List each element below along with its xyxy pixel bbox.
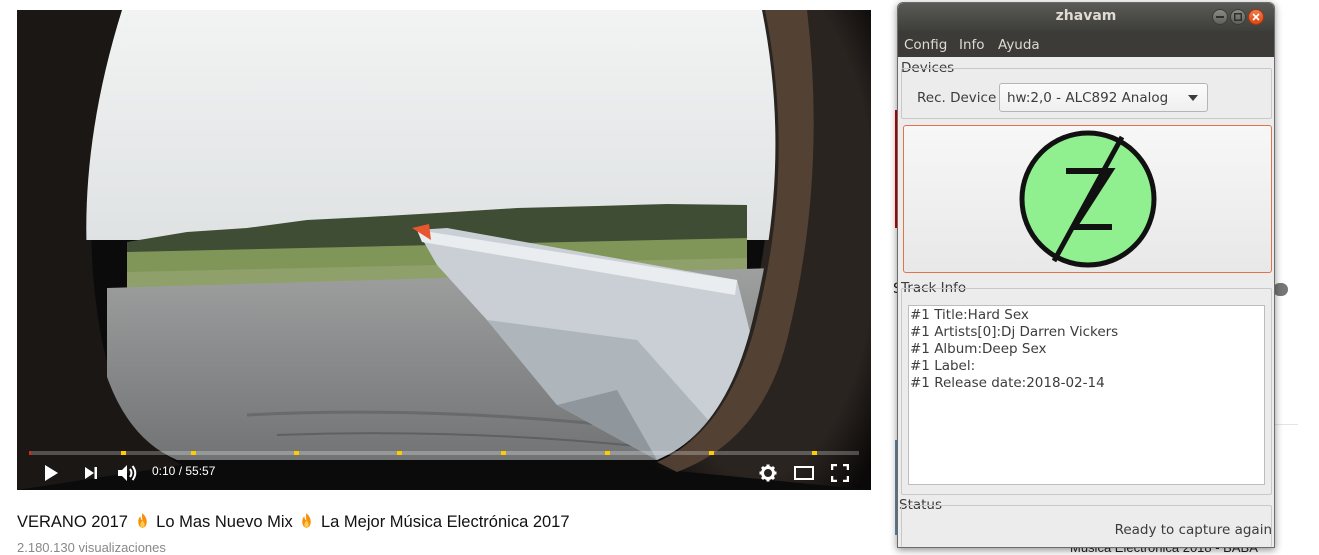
fire-emoji-icon [302, 513, 312, 528]
menu-config[interactable]: Config [904, 37, 947, 53]
chapter-marker [709, 451, 714, 455]
video-title-part: Lo Mas Nuevo Mix [156, 513, 293, 531]
chapter-marker [191, 451, 196, 455]
menu-ayuda[interactable]: Ayuda [998, 37, 1040, 53]
chapter-marker [501, 451, 506, 455]
menu-bar: Config Info Ayuda [898, 31, 1274, 57]
chevron-down-icon [1188, 95, 1198, 101]
zhavam-window: zhavam Config Info Ayuda Devices Rec. De… [897, 2, 1275, 548]
theater-mode-button[interactable] [791, 461, 817, 485]
video-title-part: VERANO 2017 [17, 513, 128, 531]
volume-button[interactable] [115, 461, 141, 485]
rec-device-value: hw:2,0 - ALC892 Analog [1007, 90, 1169, 106]
track-info-line: #1 Artists[0]:Dj Darren Vickers [910, 324, 1119, 340]
status-text: Ready to capture again [1114, 522, 1272, 538]
video-title[interactable]: VERANO 2017 Lo Mas Nuevo Mix La Mejor Mú… [17, 512, 570, 532]
fullscreen-icon [831, 464, 849, 482]
close-icon [1252, 13, 1260, 21]
zhavam-logo-icon [1019, 130, 1156, 268]
background-divider [1272, 424, 1298, 425]
track-info-line: #1 Title:Hard Sex [910, 307, 1029, 323]
video-title-part: La Mejor Música Electrónica 2017 [321, 513, 570, 531]
background-toggle-knob[interactable] [1273, 283, 1288, 296]
next-button[interactable] [79, 461, 103, 485]
video-frame [17, 10, 871, 490]
video-player[interactable]: 0:10 / 55:57 [17, 10, 871, 490]
capture-button[interactable] [903, 125, 1272, 273]
view-count: 2.180.130 visualizaciones [17, 540, 166, 555]
minimize-button[interactable] [1212, 9, 1228, 25]
maximize-button[interactable] [1230, 9, 1246, 25]
track-info-line: #1 Label: [910, 358, 976, 374]
fullscreen-button[interactable] [827, 461, 853, 485]
track-info-line: #1 Release date:2018-02-14 [910, 375, 1105, 391]
chapter-marker [812, 451, 817, 455]
close-button[interactable] [1248, 9, 1264, 25]
time-display: 0:10 / 55:57 [152, 464, 216, 478]
menu-info[interactable]: Info [959, 37, 985, 53]
rec-device-label: Rec. Device [917, 90, 997, 106]
chapter-marker [397, 451, 402, 455]
volume-icon [118, 465, 137, 481]
gear-icon [759, 464, 777, 482]
progress-bar[interactable] [29, 451, 859, 455]
next-icon [85, 467, 97, 479]
chapter-marker [605, 451, 610, 455]
chapter-marker [294, 451, 299, 455]
maximize-icon [1234, 13, 1242, 21]
play-icon [45, 465, 58, 481]
track-info-line: #1 Album:Deep Sex [910, 341, 1047, 357]
theater-mode-icon [794, 466, 814, 480]
play-button[interactable] [37, 461, 65, 485]
settings-button[interactable] [755, 461, 781, 485]
window-titlebar[interactable]: zhavam [898, 3, 1274, 31]
progress-played [29, 451, 31, 455]
chapter-marker [121, 451, 126, 455]
minimize-icon [1216, 16, 1224, 18]
track-info-text-area[interactable]: #1 Title:Hard Sex #1 Artists[0]:Dj Darre… [908, 305, 1265, 485]
fire-emoji-icon [137, 513, 147, 528]
rec-device-dropdown[interactable]: hw:2,0 - ALC892 Analog [999, 83, 1208, 112]
